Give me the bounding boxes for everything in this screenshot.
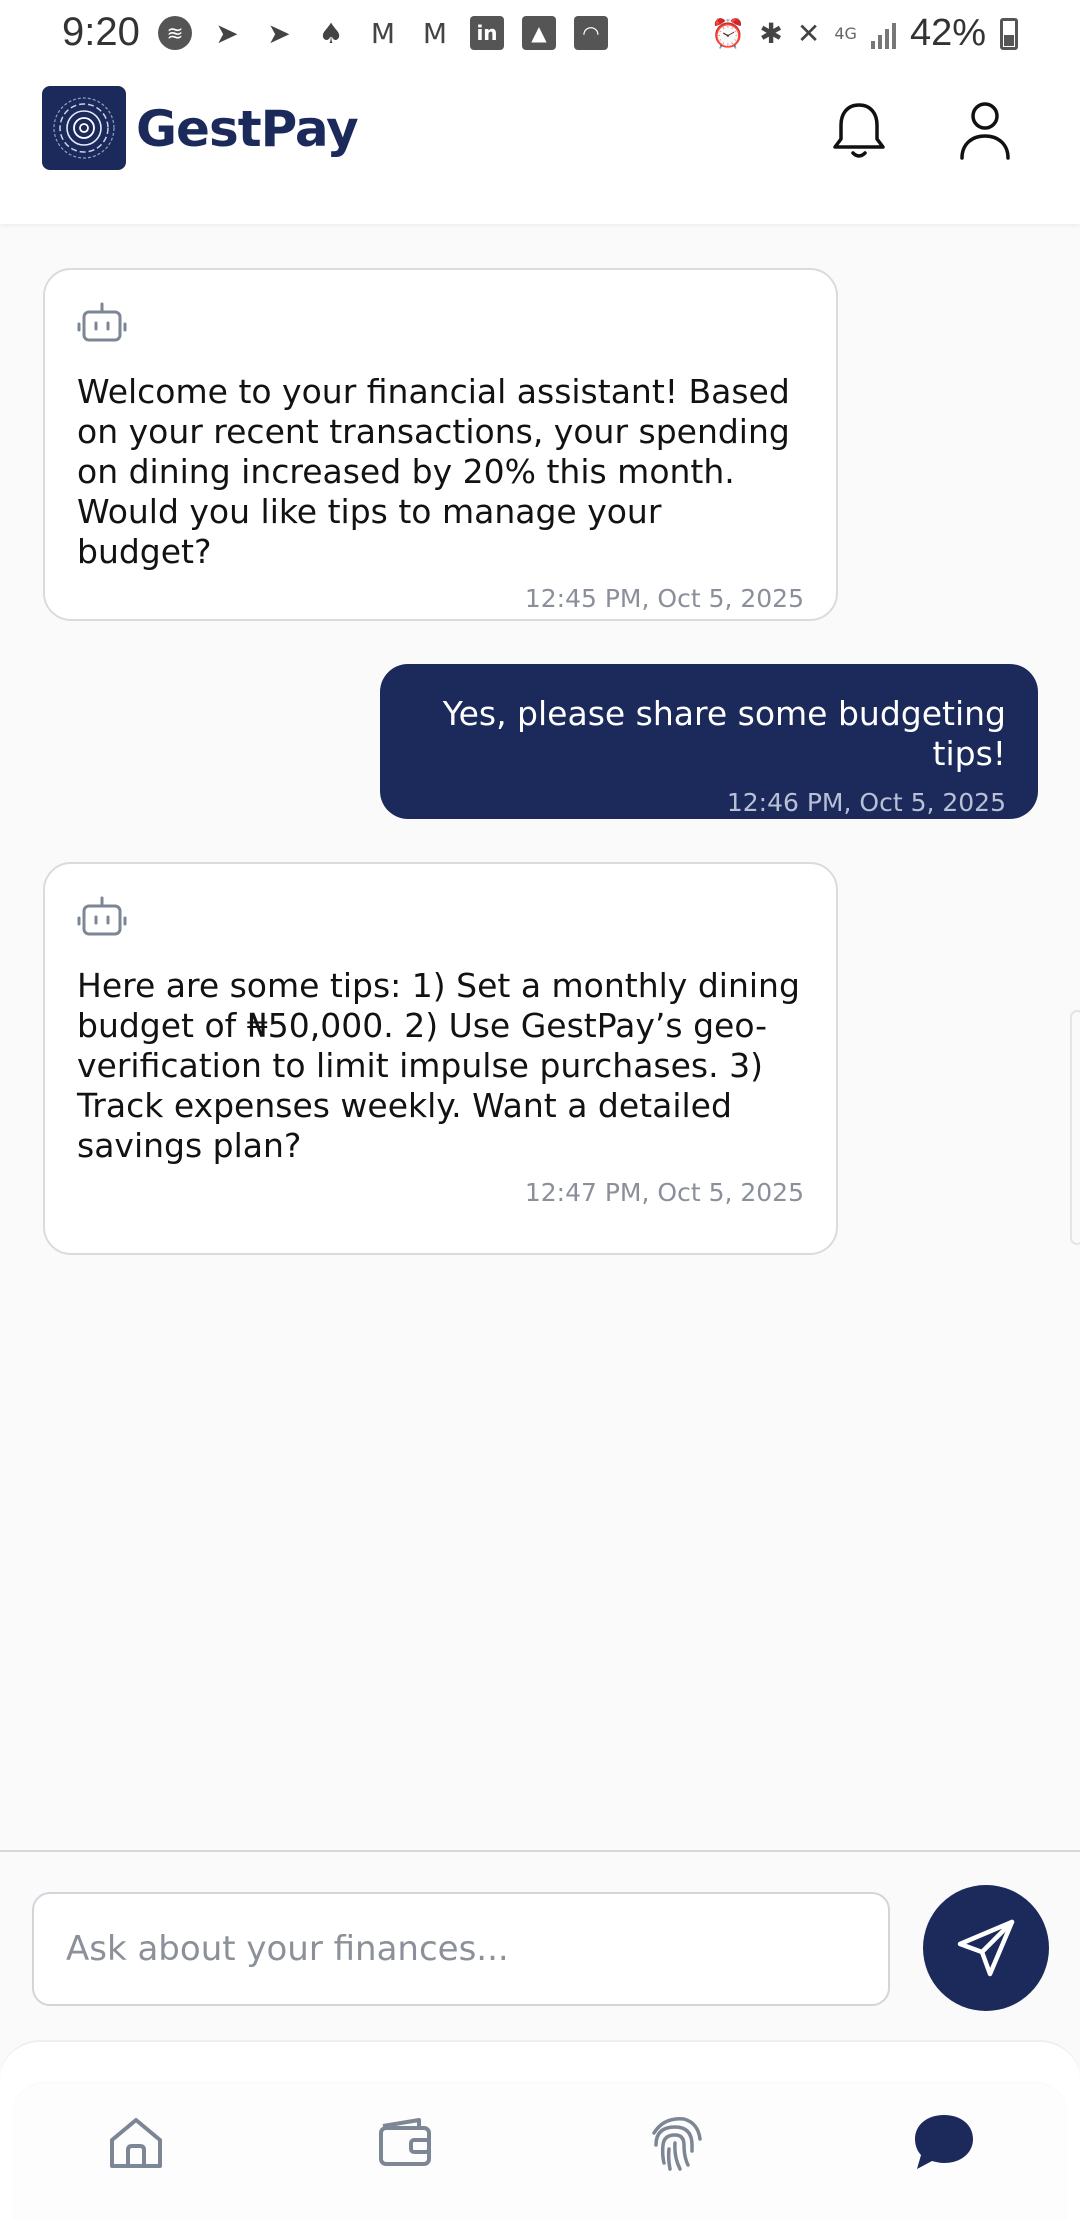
- gallery-icon: ▲: [522, 16, 556, 50]
- nav-home[interactable]: [96, 2102, 176, 2182]
- bluetooth-icon: ✱: [759, 17, 783, 50]
- composer: [0, 1850, 1080, 2040]
- bot-icon: [77, 302, 127, 342]
- spotify-icon: ≋: [158, 16, 192, 50]
- app-header: GestPay: [0, 64, 1080, 224]
- message-time: 12:45 PM, Oct 5, 2025: [524, 584, 804, 613]
- profile-icon[interactable]: [950, 96, 1020, 166]
- wifi-calling-icon: ◠: [574, 16, 608, 50]
- message-text: Welcome to your financial assistant! Bas…: [77, 372, 790, 571]
- nav-chat[interactable]: [904, 2102, 984, 2182]
- bell-icon[interactable]: [824, 96, 894, 166]
- snapchat-icon: ♠: [318, 16, 344, 50]
- status-bar: 9:20 ≋ ➤ ➤ ♠ M M in ▲ ◠ ⏰ ✱ ✕ 4G 42%: [0, 0, 1080, 64]
- logo-icon: [42, 86, 126, 170]
- message-time: 12:46 PM, Oct 5, 2025: [726, 788, 1006, 817]
- message-text: Here are some tips: 1) Set a monthly din…: [77, 966, 800, 1165]
- brand-name: GestPay: [136, 100, 359, 158]
- side-drawer-handle[interactable]: [1070, 1010, 1080, 1245]
- bottom-nav: [0, 2040, 1080, 2220]
- message-text: Yes, please share some budgeting tips!: [442, 694, 1006, 773]
- home-icon: [110, 2118, 162, 2168]
- chat-input[interactable]: [32, 1892, 890, 2006]
- wallet-icon: [379, 2118, 431, 2166]
- alarm-icon: ⏰: [710, 17, 746, 50]
- status-time: 9:20: [62, 10, 140, 54]
- user-message: Yes, please share some budgeting tips! 1…: [380, 664, 1038, 819]
- nav-biometrics[interactable]: [635, 2102, 715, 2182]
- battery-icon: [1000, 17, 1018, 50]
- mute-icon: ✕: [796, 17, 821, 50]
- telegram-icon: ➤: [267, 16, 291, 50]
- system-icons: ⏰ ✱ ✕ 4G 42%: [711, 12, 1018, 55]
- bot-message: Welcome to your financial assistant! Bas…: [43, 268, 838, 621]
- linkedin-icon: in: [470, 16, 504, 50]
- bot-message: Here are some tips: 1) Set a monthly din…: [43, 862, 838, 1255]
- send-button[interactable]: [923, 1885, 1049, 2011]
- nav-wallet[interactable]: [365, 2102, 445, 2182]
- battery-percent: 42%: [909, 12, 986, 54]
- message-time: 12:47 PM, Oct 5, 2025: [524, 1178, 804, 1207]
- send-icon: [957, 1919, 1015, 1977]
- telegram-icon: ➤: [215, 16, 239, 50]
- gmail-icon: M: [370, 16, 396, 50]
- chat-icon: [915, 2115, 973, 2169]
- gmail-icon: M: [422, 16, 448, 50]
- fingerprint-icon: [652, 2117, 702, 2171]
- signal-icon: [870, 19, 896, 49]
- notification-icons: ≋ ➤ ➤ ♠ M M in ▲ ◠: [158, 16, 608, 50]
- bot-icon: [77, 896, 127, 936]
- network-type: 4G: [834, 23, 857, 43]
